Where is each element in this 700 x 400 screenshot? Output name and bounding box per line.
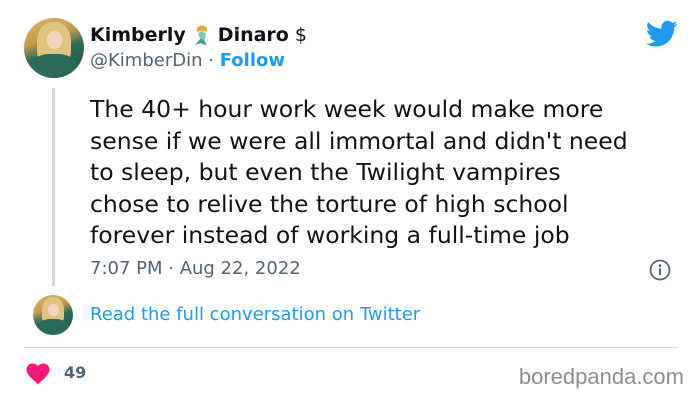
mermaid-icon: [194, 25, 207, 45]
follow-button[interactable]: Follow: [220, 50, 285, 71]
tweet-line: forever instead of working a full-time j…: [90, 221, 570, 249]
tweet-line: The 40+ hour work week would make more: [90, 95, 604, 123]
author-first-name: Kimberly: [90, 24, 186, 46]
divider: [24, 347, 678, 348]
info-icon[interactable]: [649, 259, 671, 281]
dollar-sign: $: [294, 24, 307, 46]
tweet-line: sense if we were all immortal and didn't…: [90, 126, 628, 155]
watermark: boredpanda.com: [518, 364, 684, 389]
like-count: 49: [64, 363, 87, 382]
thread-line: [52, 88, 55, 286]
tweet-text: The 40+ hour work week would make more s…: [90, 94, 680, 252]
twitter-bird-icon[interactable]: [646, 20, 678, 48]
handle-row: @KimberDin · Follow: [90, 50, 285, 71]
read-conversation-link[interactable]: Read the full conversation on Twitter: [90, 304, 420, 325]
reply-avatar[interactable]: [33, 295, 73, 335]
tweet-line: chose to relive the torture of high scho…: [90, 189, 569, 218]
author-avatar[interactable]: [24, 18, 84, 78]
author-handle[interactable]: @KimberDin: [90, 50, 203, 71]
handle-separator: ·: [208, 50, 214, 71]
tweet-timestamp[interactable]: 7:07 PM · Aug 22, 2022: [90, 258, 301, 279]
heart-icon[interactable]: [26, 363, 50, 385]
tweet-line: to sleep, but even the Twilight vampires: [90, 158, 561, 186]
author-last-name: Dinaro: [217, 24, 289, 46]
author-name[interactable]: Kimberly Dinaro $: [90, 22, 307, 48]
